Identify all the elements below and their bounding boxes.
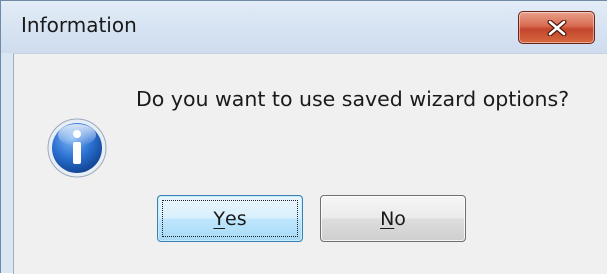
close-button[interactable]: [518, 11, 595, 44]
dialog-title: Information: [21, 13, 137, 37]
no-accelerator: N: [380, 207, 395, 230]
yes-label-rest: es: [225, 207, 247, 230]
dialog-body: Do you want to use saved wizard options?…: [13, 53, 607, 274]
close-icon: [547, 20, 567, 36]
yes-accelerator: Y: [213, 207, 225, 230]
information-dialog: Information Do you want to use saved wiz…: [0, 0, 607, 274]
info-icon: [47, 118, 107, 178]
yes-button[interactable]: Yes: [157, 195, 303, 242]
no-label-rest: o: [394, 207, 406, 230]
no-button[interactable]: No: [320, 195, 466, 242]
dialog-message: Do you want to use saved wizard options?: [136, 87, 570, 111]
title-bar[interactable]: Information: [1, 1, 607, 53]
